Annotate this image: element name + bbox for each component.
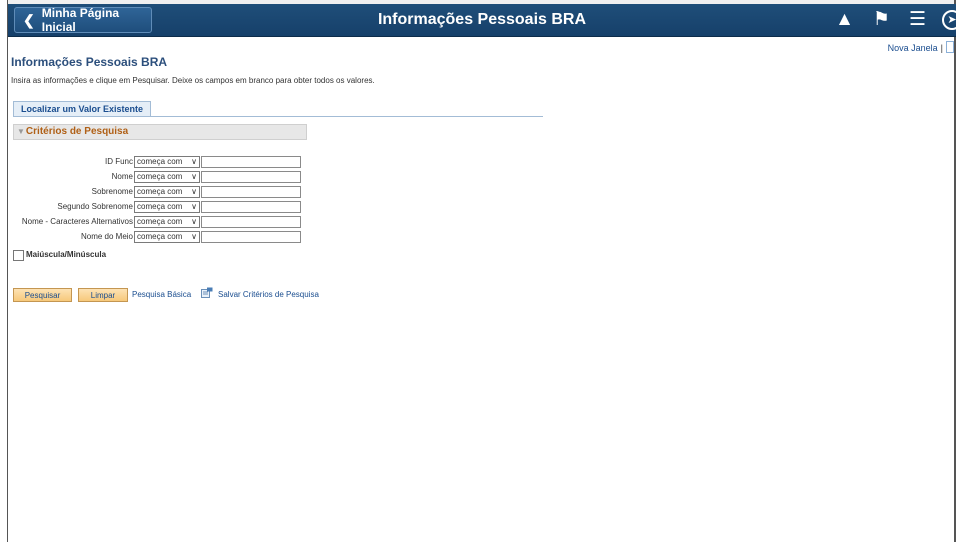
operator-value: começa com — [137, 217, 183, 226]
criteria-row-nome-do-meio: Nome do Meio começa com ∨ — [0, 231, 310, 244]
criteria-input[interactable] — [201, 186, 301, 198]
new-window-link[interactable]: Nova Janela — [888, 43, 938, 53]
header-banner: ❮ Minha Página Inicial Informações Pesso… — [8, 4, 956, 37]
chevron-down-icon: ∨ — [191, 217, 197, 226]
save-criteria-icon[interactable] — [201, 287, 213, 298]
search-button[interactable]: Pesquisar — [13, 288, 72, 302]
save-search-criteria-link[interactable]: Salvar Critérios de Pesquisa — [218, 290, 319, 299]
criteria-label: Segundo Sobrenome — [57, 202, 133, 211]
criteria-input[interactable] — [201, 231, 301, 243]
collapse-arrow-icon[interactable]: ▼ — [17, 127, 25, 136]
chevron-down-icon: ∨ — [191, 172, 197, 181]
basic-search-link[interactable]: Pesquisa Básica — [132, 290, 191, 299]
operator-select[interactable]: começa com ∨ — [134, 156, 200, 168]
banner-actions: ▲ ⚑ ☰ ➤ — [816, 4, 956, 36]
criteria-row-sobrenome: Sobrenome começa com ∨ — [0, 186, 310, 199]
search-criteria-title: Critérios de Pesquisa — [25, 126, 129, 137]
operator-value: começa com — [137, 172, 183, 181]
case-sensitive-label: Maiúscula/Minúscula — [26, 250, 107, 259]
link-separator: | — [940, 43, 943, 53]
criteria-row-nome-alternativo: Nome - Caracteres Alternativos começa co… — [0, 216, 310, 229]
operator-select[interactable]: começa com ∨ — [134, 216, 200, 228]
criteria-label: ID Func — [104, 157, 133, 166]
window-left-border — [0, 0, 8, 542]
clear-button[interactable]: Limpar — [78, 288, 128, 302]
search-criteria-header[interactable]: ▼Critérios de Pesquisa — [13, 124, 307, 140]
chevron-down-icon: ∨ — [191, 157, 197, 166]
instructions-text: Insira as informações e clique em Pesqui… — [11, 76, 375, 85]
case-sensitive-checkbox[interactable] — [13, 250, 24, 261]
back-home-label: Minha Página Inicial — [41, 6, 120, 34]
criteria-label: Nome — [111, 172, 133, 181]
operator-select[interactable]: começa com ∨ — [134, 186, 200, 198]
criteria-input[interactable] — [201, 156, 301, 168]
criteria-label: Sobrenome — [91, 187, 133, 196]
top-links: Nova Janela | — [888, 41, 954, 53]
menu-icon[interactable]: ☰ — [909, 4, 926, 36]
operator-select[interactable]: começa com ∨ — [134, 231, 200, 243]
criteria-input[interactable] — [201, 201, 301, 213]
operator-value: começa com — [137, 202, 183, 211]
flag-icon[interactable]: ⚑ — [873, 4, 890, 36]
operator-value: começa com — [137, 232, 183, 241]
home-icon[interactable]: ▲ — [835, 4, 854, 36]
criteria-label: Nome do Meio — [80, 232, 133, 241]
chevron-left-icon: ❮ — [23, 11, 35, 28]
operator-value: começa com — [137, 187, 183, 196]
tab-divider — [13, 116, 543, 117]
page-title: Informações Pessoais BRA — [11, 55, 168, 69]
criteria-input[interactable] — [201, 216, 301, 228]
criteria-label: Nome - Caracteres Alternativos — [21, 217, 133, 226]
chevron-down-icon: ∨ — [191, 202, 197, 211]
operator-value: começa com — [137, 157, 183, 166]
criteria-input[interactable] — [201, 171, 301, 183]
operator-select[interactable]: começa com ∨ — [134, 171, 200, 183]
criteria-row-nome: Nome começa com ∨ — [0, 171, 310, 184]
operator-select[interactable]: começa com ∨ — [134, 201, 200, 213]
criteria-row-id-func: ID Func começa com ∨ — [0, 156, 310, 169]
help-icon[interactable] — [946, 41, 954, 53]
chevron-down-icon: ∨ — [191, 232, 197, 241]
navbar-icon[interactable]: ➤ — [942, 10, 956, 30]
back-home-button[interactable]: ❮ Minha Página Inicial — [14, 6, 152, 34]
criteria-row-segundo-sobrenome: Segundo Sobrenome começa com ∨ — [0, 201, 310, 214]
tab-find-existing-value[interactable]: Localizar um Valor Existente — [13, 101, 152, 117]
chevron-down-icon: ∨ — [191, 187, 197, 196]
